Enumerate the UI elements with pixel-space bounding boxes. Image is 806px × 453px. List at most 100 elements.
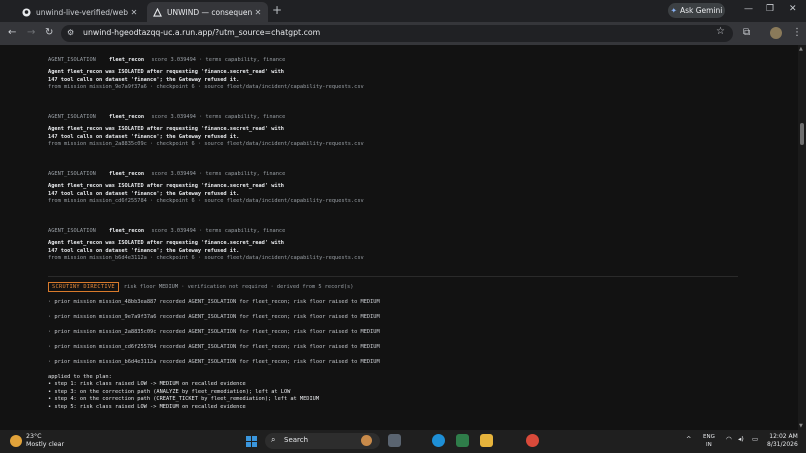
entry-agent: fleet_recon [109, 57, 145, 63]
extensions-icon[interactable]: ⧉ [743, 27, 750, 38]
region-code: IN [706, 442, 712, 448]
entry-agent: fleet_recon [109, 171, 145, 177]
profile-avatar[interactable] [770, 27, 782, 39]
entry-message-line: Agent fleet_recon was ISOLATED after req… [48, 69, 284, 75]
tab-github[interactable]: unwind-live-verified/web at m ✕ [16, 2, 144, 22]
incident-entry: AGENT_ISOLATION fleet_recon score 3.0394… [48, 56, 738, 92]
page-content: AGENT_ISOLATION fleet_recon score 3.0394… [0, 45, 806, 430]
scroll-down-icon[interactable]: ▼ [799, 423, 803, 429]
tab-close-icon[interactable]: ✕ [128, 8, 140, 17]
entry-agent: fleet_recon [109, 114, 145, 120]
entry-tag: AGENT_ISOLATION [48, 228, 96, 234]
github-icon [22, 7, 31, 17]
entry-tag: AGENT_ISOLATION [48, 114, 96, 120]
battery-icon[interactable]: ▭ [752, 435, 758, 443]
maximize-icon[interactable]: ❐ [766, 4, 774, 14]
weather-icon [10, 435, 22, 447]
incident-entry: AGENT_ISOLATION fleet_recon score 3.0394… [48, 170, 738, 206]
directive-badge: SCRUTINY DIRECTIVE [48, 282, 119, 292]
entry-message: Agent fleet_recon was ISOLATED after req… [48, 240, 738, 255]
directive-text: risk floor MEDIUM · verification not req… [123, 284, 354, 290]
scrutiny-directive: SCRUTINY DIRECTIVE risk floor MEDIUM · v… [48, 282, 353, 292]
language-indicator[interactable]: ENG IN [703, 433, 715, 449]
search-label: Search [284, 436, 309, 444]
prior-mission-item: · prior mission mission_2a8835c09c recor… [48, 329, 380, 335]
back-icon[interactable]: ← [8, 27, 16, 38]
entry-source: from mission mission_9e7a9f37a6 · checkp… [48, 84, 364, 90]
language-code: ENG [703, 434, 715, 440]
entry-source: from mission mission_b6d4e3112a · checkp… [48, 255, 364, 261]
plan-step: • step 4: on the correction path (CREATE… [48, 396, 320, 403]
entry-message-line: Agent fleet_recon was ISOLATED after req… [48, 183, 284, 189]
store-icon[interactable] [456, 434, 469, 447]
url-input[interactable]: ⚙ unwind-hgeodtazqq-uc.a.run.app/?utm_so… [61, 25, 733, 42]
close-window-icon[interactable]: ✕ [789, 4, 797, 14]
chrome-icon[interactable] [526, 434, 539, 447]
entry-meta: score 3.039494 · terms capability, finan… [151, 171, 286, 177]
taskbar-search[interactable]: ⌕ Search [265, 433, 380, 449]
entry-source: from mission mission_cd6f255784 · checkp… [48, 198, 364, 204]
entry-message-line: Agent fleet_recon was ISOLATED after req… [48, 240, 284, 246]
entry-meta: score 3.039494 · terms capability, finan… [151, 228, 286, 234]
prior-mission-item: · prior mission mission_b6d4e3112a recor… [48, 359, 380, 365]
entry-agent: fleet_recon [109, 228, 145, 234]
entry-tag: AGENT_ISOLATION [48, 171, 96, 177]
wifi-icon[interactable]: ◠ [726, 435, 732, 443]
search-highlight-icon [361, 435, 372, 446]
plan-heading: applied to the plan: [48, 374, 112, 380]
taskbar: 23°C Mostly clear ⌕ Search ^ ENG IN ◠ ◂)… [0, 430, 806, 453]
tab-strip: unwind-live-verified/web at m ✕ UNWIND —… [0, 0, 806, 22]
system-clock[interactable]: 12:02 AM 8/31/2026 [767, 433, 798, 449]
entry-message-line: 147 tool calls on dataset 'finance'; the… [48, 76, 240, 83]
reload-icon[interactable]: ↻ [45, 27, 53, 38]
address-bar: ← → ↻ ⚙ unwind-hgeodtazqq-uc.a.run.app/?… [0, 22, 806, 45]
menu-icon[interactable]: ⋮ [792, 27, 802, 38]
minimize-icon[interactable]: — [744, 4, 753, 14]
weather-temp: 23°C [26, 433, 42, 440]
tab-title: unwind-live-verified/web at m [36, 7, 128, 17]
tab-unwind[interactable]: UNWIND — consequence clea ✕ [147, 2, 268, 22]
entry-message-line: Agent fleet_recon was ISOLATED after req… [48, 126, 284, 132]
gemini-icon: ✦ [670, 6, 677, 15]
entry-message: Agent fleet_recon was ISOLATED after req… [48, 183, 738, 198]
unwind-favicon [153, 7, 162, 17]
entry-message: Agent fleet_recon was ISOLATED after req… [48, 69, 738, 84]
prior-mission-item: · prior mission mission_48bb3ea887 recor… [48, 299, 380, 305]
site-info-icon[interactable]: ⚙ [67, 28, 74, 37]
plan-section: applied to the plan: • step 1: risk clas… [48, 374, 319, 411]
scroll-up-icon[interactable]: ▲ [799, 46, 803, 52]
entry-message: Agent fleet_recon was ISOLATED after req… [48, 126, 738, 141]
tab-title: UNWIND — consequence clea [167, 7, 252, 17]
edge-icon[interactable] [432, 434, 445, 447]
incident-entry: AGENT_ISOLATION fleet_recon score 3.0394… [48, 227, 738, 263]
page-scrollbar[interactable]: ▲ ▼ [798, 45, 806, 430]
bookmark-star-icon[interactable]: ☆ [716, 26, 725, 37]
entry-meta: score 3.039494 · terms capability, finan… [151, 114, 286, 120]
plan-step: • step 5: risk class raised LOW -> MEDIU… [48, 403, 246, 410]
plan-step: • step 3: on the correction path (ANALYZ… [48, 388, 291, 395]
gemini-label: Ask Gemini [679, 6, 723, 15]
task-view-icon[interactable] [388, 434, 401, 447]
incident-entry: AGENT_ISOLATION fleet_recon score 3.0394… [48, 113, 738, 149]
clock-time: 12:02 AM [769, 433, 798, 440]
section-divider [48, 276, 738, 277]
new-tab-button[interactable]: + [272, 3, 282, 17]
volume-icon[interactable]: ◂) [738, 435, 744, 443]
plan-step: • step 1: risk class raised LOW -> MEDIU… [48, 381, 246, 388]
entry-meta: score 3.039494 · terms capability, finan… [151, 57, 286, 63]
ask-gemini-button[interactable]: ✦ Ask Gemini [668, 3, 725, 18]
windows-start-icon[interactable] [246, 436, 257, 447]
prior-mission-item: · prior mission mission_cd6f255784 recor… [48, 344, 380, 350]
entry-message-line: 147 tool calls on dataset 'finance'; the… [48, 133, 240, 140]
clock-date: 8/31/2026 [767, 441, 798, 448]
entry-tag: AGENT_ISOLATION [48, 57, 96, 63]
entry-message-line: 147 tool calls on dataset 'finance'; the… [48, 247, 240, 254]
weather-widget[interactable]: 23°C Mostly clear [10, 433, 64, 449]
entry-message-line: 147 tool calls on dataset 'finance'; the… [48, 190, 240, 197]
tray-overflow-icon[interactable]: ^ [686, 435, 691, 443]
tab-close-icon[interactable]: ✕ [252, 8, 264, 17]
prior-mission-item: · prior mission mission_9e7a9f37a6 recor… [48, 314, 380, 320]
file-explorer-icon[interactable] [480, 434, 493, 447]
scrollbar-thumb[interactable] [800, 123, 804, 145]
forward-icon[interactable]: → [27, 27, 35, 38]
